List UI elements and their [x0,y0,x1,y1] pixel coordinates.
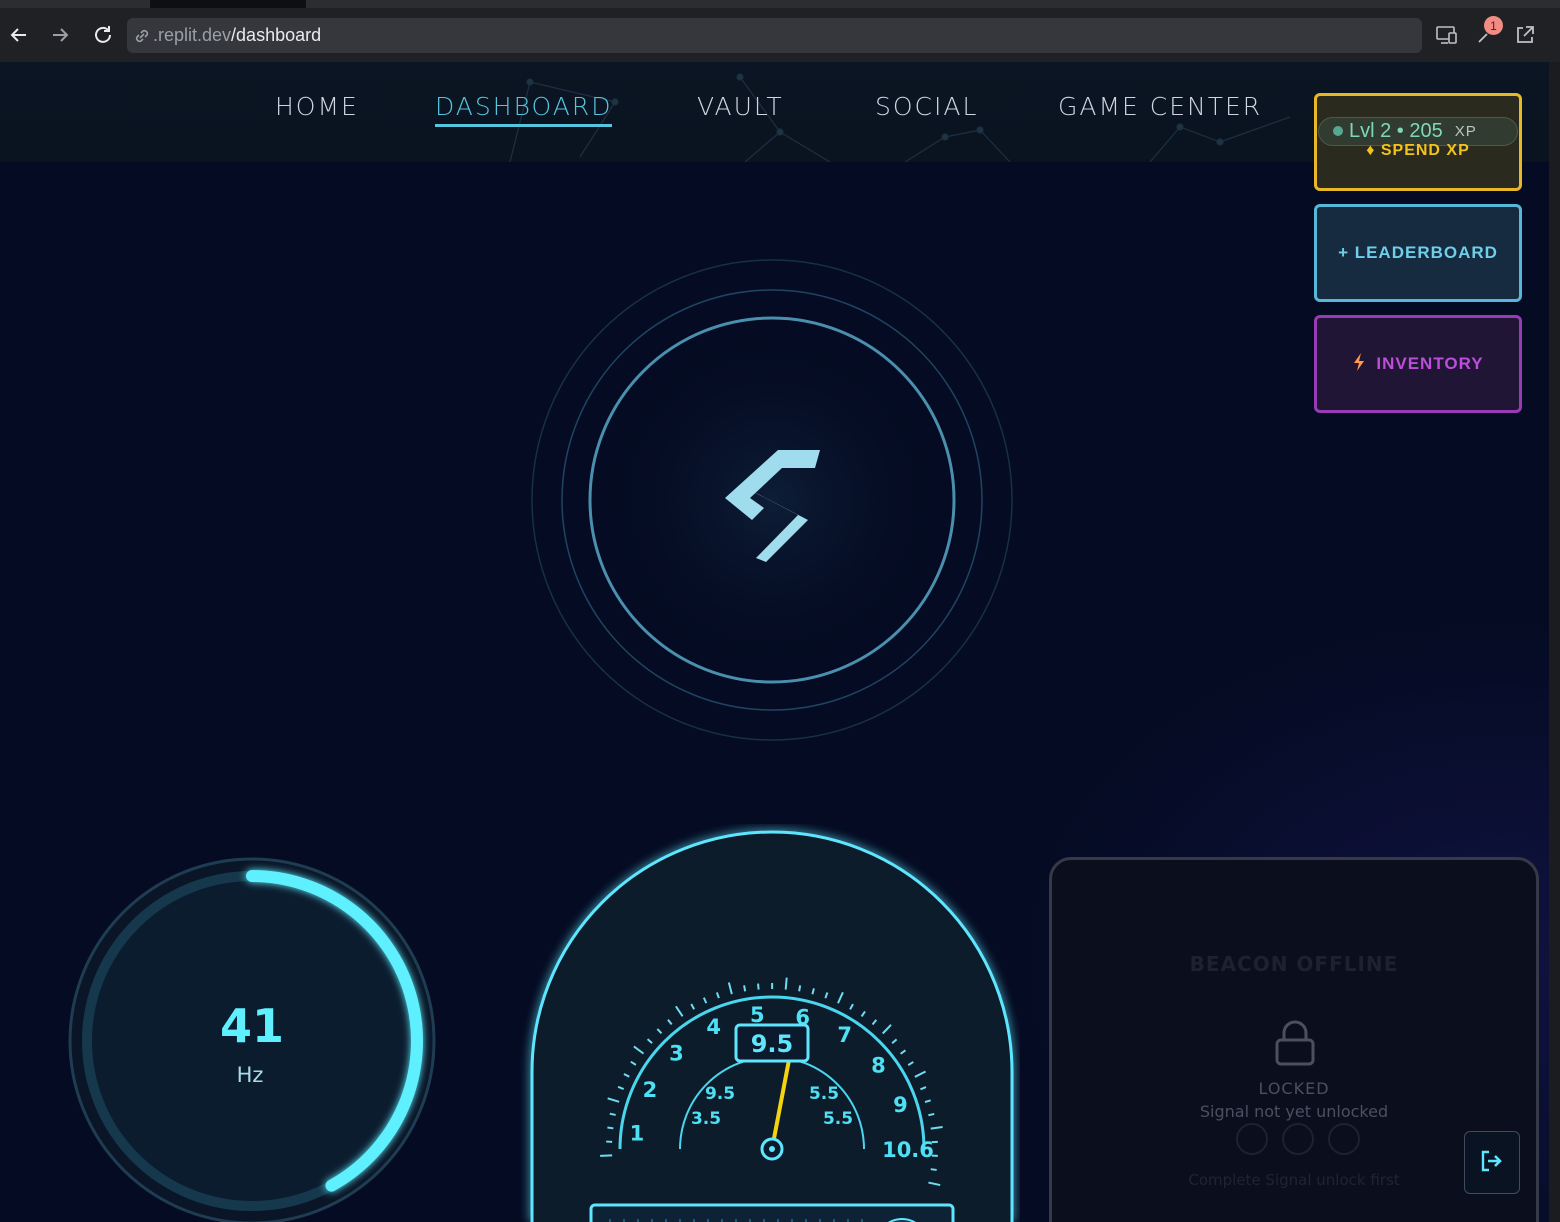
logo-orb[interactable] [520,250,1020,750]
step-dot [1236,1123,1268,1155]
gauge-outer-label: 7 [837,1023,852,1047]
gauge-tick [784,977,788,990]
spend-xp-label: ♦ SPEND XP [1366,141,1470,159]
gauge-outer-label: 9 [893,1093,908,1117]
leaderboard-button[interactable]: + LEADERBOARD [1314,204,1522,302]
gauge-inner-label: 5.5 [823,1109,853,1129]
frequency-unit: Hz [237,1063,264,1087]
page-scrollbar[interactable] [1549,62,1560,1222]
status-dot [1333,126,1343,136]
logout-icon [1479,1149,1505,1177]
gauge-inner-label: 9.5 [705,1084,735,1104]
xp-unit: XP [1454,122,1477,140]
speedometer-gauge: 12345 678910.63.59.5 5.55.5 9.5 [530,830,1014,1222]
app-viewport: HOME DASHBOARD VAULT SOCIAL GAME CENTER … [0,62,1549,1222]
logout-button[interactable] [1464,1131,1520,1194]
open-external-icon[interactable] [1512,22,1538,48]
gauge-inner-label: 5.5 [809,1084,839,1104]
beacon-step-indicators [1236,1123,1360,1155]
xp-level-text: Lvl 2 • 205 [1349,119,1443,142]
nav-social[interactable]: SOCIAL [875,92,978,121]
gauge-outer-label: 4 [706,1015,721,1039]
active-tab[interactable] [150,0,306,8]
notification-badge: 1 [1484,16,1503,35]
reload-icon[interactable] [88,20,118,50]
gauge-outer-label: 5 [750,1003,765,1027]
gauge-outer-label: 10.6 [882,1138,934,1162]
gauge-tick [928,1112,935,1117]
nav-home[interactable]: HOME [275,92,359,121]
forward-icon[interactable] [45,20,75,50]
inventory-label: INVENTORY [1376,354,1484,373]
beacon-status-text: Signal not yet unlocked [1199,1102,1389,1121]
frequency-dial: 41 Hz [68,857,436,1222]
gauge-outer-label: 2 [643,1078,658,1102]
beacon-locked-label: LOCKED [1258,1079,1330,1098]
gauge-outer-label: 1 [630,1122,645,1146]
speed-readout: 9.5 [751,1030,794,1058]
inventory-button[interactable]: INVENTORY [1314,315,1522,413]
beacon-title: BEACON OFFLINE [1189,952,1399,976]
back-icon[interactable] [4,20,34,50]
tab-strip [0,0,1560,8]
xp-button[interactable]: Lvl 2 • 205 XP ♦ SPEND XP [1314,93,1522,191]
gauge-tick [757,983,760,990]
bolt-icon [1352,352,1366,377]
gauge-outer-label: 8 [871,1053,886,1077]
gauge-tick [607,1126,614,1130]
gauge-tick [743,985,747,992]
lock-icon [1274,1020,1316,1070]
nav-vault[interactable]: VAULT [697,92,784,121]
devices-icon[interactable] [1434,22,1460,48]
gauge-outer-label: 3 [669,1041,684,1065]
url-path: /dashboard [231,25,322,45]
nav-game-center[interactable]: GAME CENTER [1058,92,1262,121]
gauge-tick [798,985,802,992]
url-host: .replit.dev [153,25,232,45]
frequency-value: 41 [220,999,284,1053]
gauge-inner-label: 3.5 [691,1109,721,1129]
address-bar[interactable]: .replit.dev/dashboard [127,18,1422,53]
gauge-tick [609,1112,616,1116]
nav-dashboard[interactable]: DASHBOARD [435,92,613,127]
browser-toolbar: .replit.dev/dashboard 1 [0,0,1560,63]
gauge-tick [930,1168,937,1171]
link-icon [133,27,151,45]
step-dot [1282,1123,1314,1155]
step-dot [1328,1123,1360,1155]
